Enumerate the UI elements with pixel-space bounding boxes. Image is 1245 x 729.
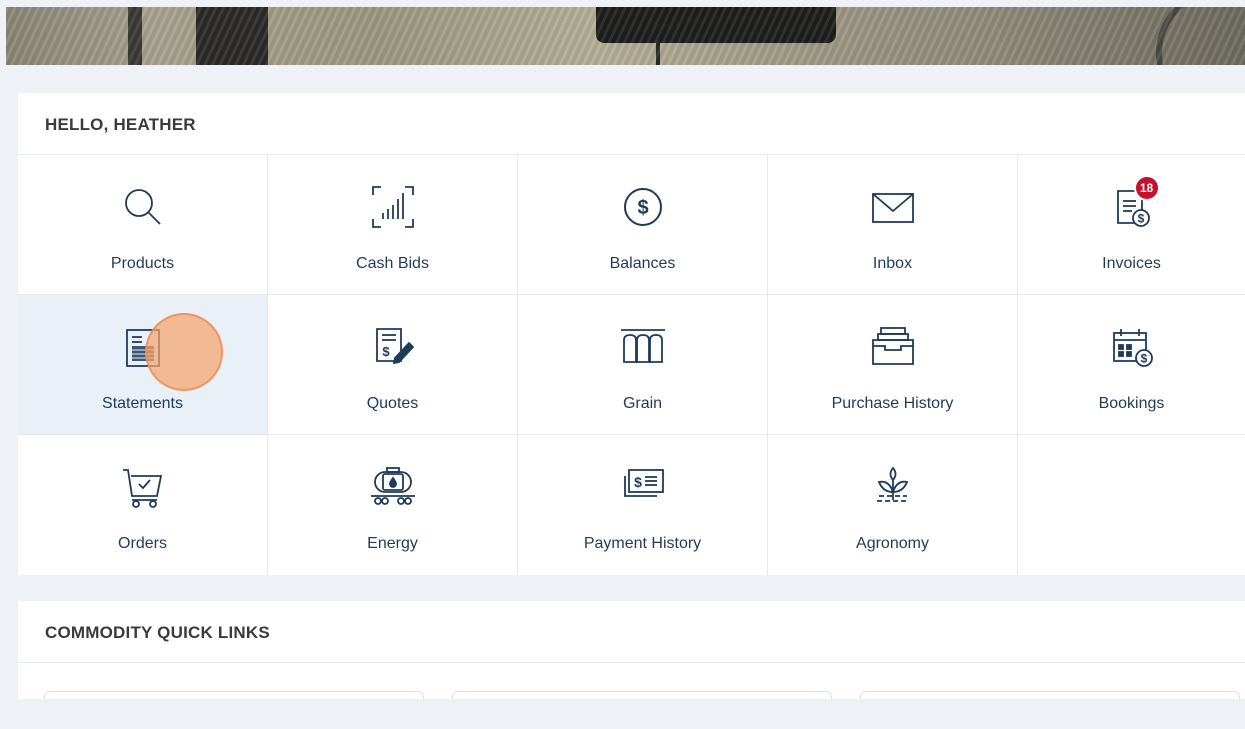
- tile-cash-bids[interactable]: Cash Bids: [268, 155, 518, 295]
- invoice-icon: $ 18: [1104, 175, 1160, 235]
- hero-banner-image: [6, 7, 1245, 65]
- search-icon: [115, 179, 171, 235]
- tile-label: Energy: [367, 535, 418, 552]
- tile-inbox[interactable]: Inbox: [768, 155, 1018, 295]
- tile-energy[interactable]: Energy: [268, 435, 518, 575]
- invoice-count-badge: 18: [1133, 175, 1160, 201]
- empty-tile: [1018, 435, 1245, 575]
- tile-payment-history[interactable]: $ Payment History: [518, 435, 768, 575]
- commodity-title: COMMODITY QUICK LINKS: [18, 601, 1245, 663]
- tile-label: Cash Bids: [356, 255, 429, 272]
- tile-products[interactable]: Products: [18, 155, 268, 295]
- file-drawer-icon: [865, 319, 921, 375]
- tile-label: Balances: [609, 255, 676, 272]
- quick-link-card[interactable]: [860, 691, 1240, 699]
- tile-label: Purchase History: [831, 395, 954, 412]
- tile-label: Agronomy: [856, 535, 929, 552]
- quick-link-card[interactable]: [44, 691, 424, 699]
- tile-label: Orders: [118, 535, 167, 552]
- tile-label: Payment History: [583, 535, 702, 552]
- svg-text:$: $: [637, 197, 648, 219]
- cart-check-icon: [115, 459, 171, 515]
- envelope-icon: [865, 179, 921, 235]
- commodity-quick-links-card: COMMODITY QUICK LINKS: [18, 601, 1245, 699]
- tile-balances[interactable]: $ Balances: [518, 155, 768, 295]
- svg-text:$: $: [1137, 212, 1144, 226]
- tanker-icon: [365, 459, 421, 515]
- quote-icon: $: [365, 319, 421, 375]
- sprout-icon: [865, 459, 921, 515]
- tile-label: Statements: [102, 395, 183, 412]
- greeting-title: HELLO, HEATHER: [18, 93, 1245, 155]
- tile-label: Inbox: [872, 255, 913, 272]
- tile-quotes[interactable]: $ Quotes: [268, 295, 518, 435]
- money-stack-icon: $: [615, 459, 671, 515]
- svg-text:$: $: [634, 474, 642, 490]
- tile-label: Products: [110, 255, 175, 272]
- quick-link-card[interactable]: [452, 691, 832, 699]
- tile-statements[interactable]: Statements: [18, 295, 268, 435]
- svg-text:$: $: [382, 344, 390, 359]
- tile-bookings[interactable]: $ Bookings: [1018, 295, 1245, 435]
- calendar-dollar-icon: $: [1104, 319, 1160, 375]
- tile-agronomy[interactable]: Agronomy: [768, 435, 1018, 575]
- tile-purchase-history[interactable]: Purchase History: [768, 295, 1018, 435]
- grain-bin-icon: [615, 319, 671, 375]
- tile-invoices[interactable]: $ 18 Invoices: [1018, 155, 1245, 295]
- tile-label: Invoices: [1102, 255, 1161, 272]
- tile-grain[interactable]: Grain: [518, 295, 768, 435]
- svg-text:$: $: [1140, 352, 1147, 366]
- dollar-circle-icon: $: [615, 179, 671, 235]
- click-indicator: [145, 313, 223, 391]
- tile-label: Grain: [622, 395, 663, 412]
- tile-label: Quotes: [366, 395, 419, 412]
- tile-label: Bookings: [1098, 395, 1165, 412]
- cash-bids-icon: [365, 179, 421, 235]
- quick-links-row: [44, 691, 1240, 699]
- tile-orders[interactable]: Orders: [18, 435, 268, 575]
